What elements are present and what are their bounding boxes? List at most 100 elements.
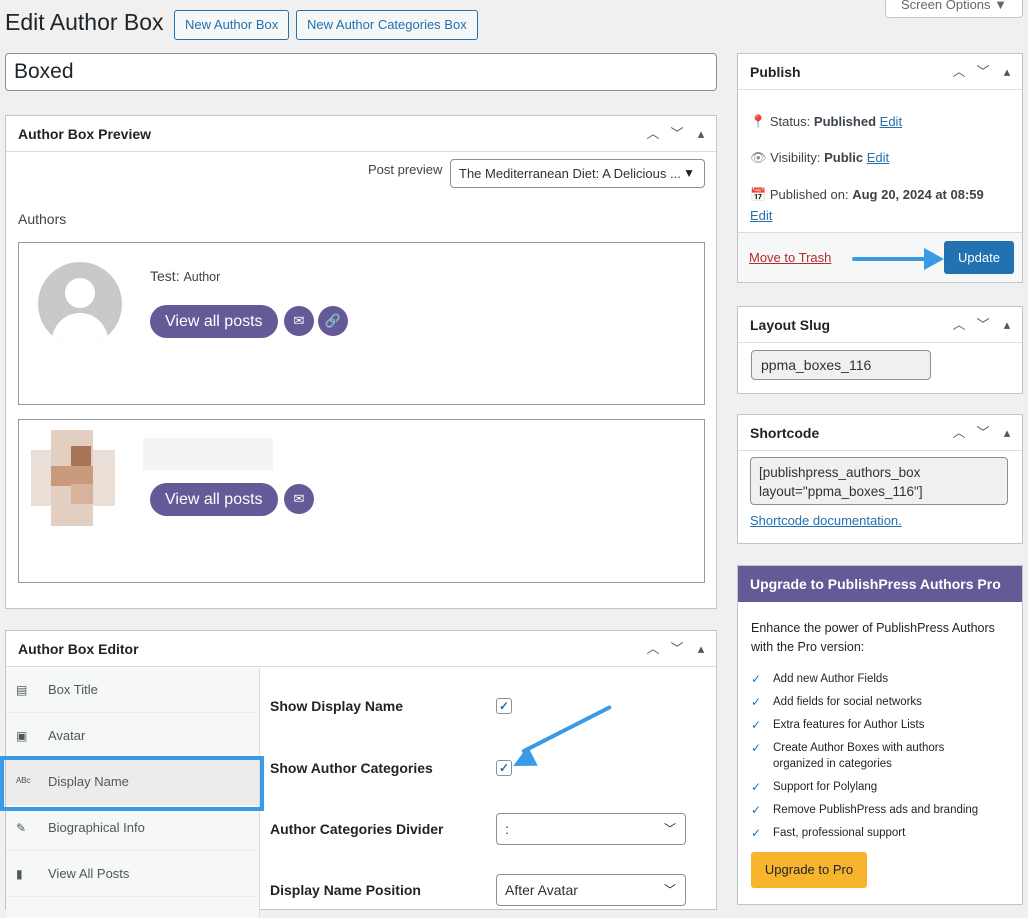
new-author-box-button[interactable]: New Author Box bbox=[174, 10, 290, 40]
edit-status-link[interactable]: Edit bbox=[880, 114, 902, 129]
check-icon: ✓ bbox=[751, 741, 762, 755]
published-on-label: Published on: bbox=[769, 187, 849, 202]
shortcode-heading: Shortcode bbox=[750, 425, 820, 441]
collapse-icon[interactable]: ▴ bbox=[692, 631, 710, 667]
collapse-icon[interactable]: ▴ bbox=[998, 415, 1016, 451]
author-card: View all posts ✉ bbox=[18, 419, 705, 583]
feature-label: Add fields for social networks bbox=[773, 696, 922, 708]
display-name-position-label: Display Name Position bbox=[270, 882, 421, 898]
new-author-categories-box-button[interactable]: New Author Categories Box bbox=[296, 10, 478, 40]
collapse-icon[interactable]: ▴ bbox=[998, 307, 1016, 343]
move-up-icon[interactable]: ︿ bbox=[644, 116, 662, 152]
move-down-icon[interactable]: ﹀ bbox=[974, 307, 992, 343]
feature-item: ✓ Fast, professional support bbox=[751, 825, 905, 841]
layout-slug-input[interactable]: ppma_boxes_116 bbox=[751, 350, 931, 380]
move-down-icon[interactable]: ﹀ bbox=[668, 116, 686, 152]
upgrade-to-pro-button[interactable]: Upgrade to Pro bbox=[751, 852, 867, 888]
published-on-row: 📅 Published on: Aug 20, 2024 at 08:59 Edi… bbox=[750, 184, 1010, 226]
tab-label: Box Title bbox=[48, 682, 98, 697]
caret-down-icon: ▼ bbox=[994, 0, 1008, 12]
view-all-posts-button[interactable]: View all posts bbox=[150, 483, 278, 516]
caret-down-icon: ▼ bbox=[683, 166, 695, 180]
categories-divider-select[interactable]: : ﹀ bbox=[496, 813, 686, 845]
chevron-down-icon: ﹀ bbox=[663, 822, 676, 836]
link-icon[interactable]: 🔗 bbox=[318, 306, 348, 336]
layout-slug-heading: Layout Slug bbox=[750, 317, 831, 333]
feature-item: ✓ Remove PublishPress ads and branding bbox=[751, 802, 978, 818]
feature-item: ✓ Support for Polylang bbox=[751, 779, 877, 795]
feature-item: ✓ Create Author Boxes with authors organi… bbox=[751, 740, 991, 772]
tab-avatar[interactable]: ▣ Avatar bbox=[6, 713, 259, 759]
check-icon: ✓ bbox=[751, 718, 762, 732]
shortcode-textarea[interactable]: [publishpress_authors_box layout="ppma_bo… bbox=[750, 457, 1008, 505]
tab-box-title[interactable]: ▤ Box Title bbox=[6, 667, 259, 713]
edit-date-link[interactable]: Edit bbox=[750, 208, 772, 223]
authors-label: Authors bbox=[18, 211, 67, 227]
check-icon: ✓ bbox=[751, 780, 762, 794]
feature-label: Extra features for Author Lists bbox=[773, 719, 925, 731]
visibility-row: 👁 Visibility: Public Edit bbox=[750, 150, 889, 166]
tab-label: Biographical Info bbox=[48, 820, 145, 835]
preview-heading: Author Box Preview bbox=[18, 126, 152, 142]
post-preview-value: The Mediterranean Diet: A Delicious ... bbox=[459, 166, 681, 181]
post-preview-select[interactable]: The Mediterranean Diet: A Delicious ... ▼ bbox=[450, 159, 705, 188]
upgrade-intro: Enhance the power of PublishPress Author… bbox=[751, 621, 995, 654]
author-category: Author bbox=[183, 270, 221, 284]
upgrade-heading: Upgrade to PublishPress Authors Pro bbox=[738, 566, 1022, 602]
view-all-posts-button[interactable]: View all posts bbox=[150, 305, 278, 338]
move-up-icon[interactable]: ︿ bbox=[950, 54, 968, 90]
post-preview-label: Post preview bbox=[368, 162, 443, 177]
collapse-icon[interactable]: ▴ bbox=[692, 116, 710, 152]
feature-label: Add new Author Fields bbox=[773, 673, 889, 685]
edit-visibility-link[interactable]: Edit bbox=[867, 150, 889, 165]
layout-slug-panel: Layout Slug ︿ ﹀ ▴ ppma_boxes_116 bbox=[737, 306, 1023, 394]
eye-icon: 👁 bbox=[750, 150, 767, 165]
status-label: Status: bbox=[769, 114, 811, 129]
shortcode-documentation-link[interactable]: Shortcode documentation. bbox=[750, 513, 902, 528]
editor-heading: Author Box Editor bbox=[18, 641, 139, 657]
email-icon[interactable]: ✉ bbox=[284, 306, 314, 336]
feature-item: ✓ Add new Author Fields bbox=[751, 671, 888, 687]
page-title: Edit Author Box bbox=[5, 9, 164, 35]
show-author-categories-checkbox[interactable]: ✓ bbox=[496, 760, 512, 776]
screen-options-label: Screen Options bbox=[900, 0, 991, 12]
collapse-icon[interactable]: ▴ bbox=[998, 54, 1016, 90]
screen-options-button[interactable]: Screen Options ▼ bbox=[885, 0, 1023, 18]
feature-item: ✓ Add fields for social networks bbox=[751, 694, 922, 710]
feature-label: Fast, professional support bbox=[773, 827, 906, 839]
categories-divider-label: Author Categories Divider bbox=[270, 821, 444, 837]
image-icon: ▣ bbox=[16, 729, 28, 743]
move-up-icon[interactable]: ︿ bbox=[950, 415, 968, 451]
status-value: Published bbox=[813, 114, 877, 129]
edit-icon: ✎ bbox=[16, 821, 27, 835]
author-name: Test: Author bbox=[150, 268, 221, 284]
status-row: 📍 Status: Published Edit bbox=[750, 114, 902, 130]
box-title-input[interactable]: Boxed bbox=[5, 53, 717, 91]
avatar bbox=[31, 430, 115, 526]
tab-view-all-posts[interactable]: ▮ View All Posts bbox=[6, 851, 259, 897]
author-display-name: Test bbox=[150, 268, 176, 284]
move-to-trash-link[interactable]: Move to Trash bbox=[749, 250, 831, 265]
show-author-categories-label: Show Author Categories bbox=[270, 760, 433, 776]
visibility-value: Public bbox=[824, 150, 864, 165]
check-icon: ✓ bbox=[751, 803, 762, 817]
display-name-position-select[interactable]: After Avatar ﹀ bbox=[496, 874, 686, 906]
check-icon: ✓ bbox=[751, 672, 762, 686]
feature-item: ✓ Extra features for Author Lists bbox=[751, 717, 925, 733]
move-up-icon[interactable]: ︿ bbox=[644, 631, 662, 667]
pointer-arrow bbox=[852, 257, 930, 261]
tab-biographical-info[interactable]: ✎ Biographical Info bbox=[6, 805, 259, 851]
update-button[interactable]: Update bbox=[944, 241, 1014, 274]
email-icon[interactable]: ✉ bbox=[284, 484, 314, 514]
tab-label: View All Posts bbox=[48, 866, 130, 881]
show-display-name-checkbox[interactable]: ✓ bbox=[496, 698, 512, 714]
move-down-icon[interactable]: ﹀ bbox=[974, 415, 992, 451]
move-up-icon[interactable]: ︿ bbox=[950, 307, 968, 343]
avatar bbox=[38, 262, 122, 346]
check-icon: ✓ bbox=[751, 695, 762, 709]
move-down-icon[interactable]: ﹀ bbox=[668, 631, 686, 667]
feature-label: Create Author Boxes with authors organiz… bbox=[773, 742, 945, 770]
pointer-arrow-head bbox=[924, 248, 944, 270]
move-down-icon[interactable]: ﹀ bbox=[974, 54, 992, 90]
display-name-position-value: After Avatar bbox=[505, 882, 578, 898]
